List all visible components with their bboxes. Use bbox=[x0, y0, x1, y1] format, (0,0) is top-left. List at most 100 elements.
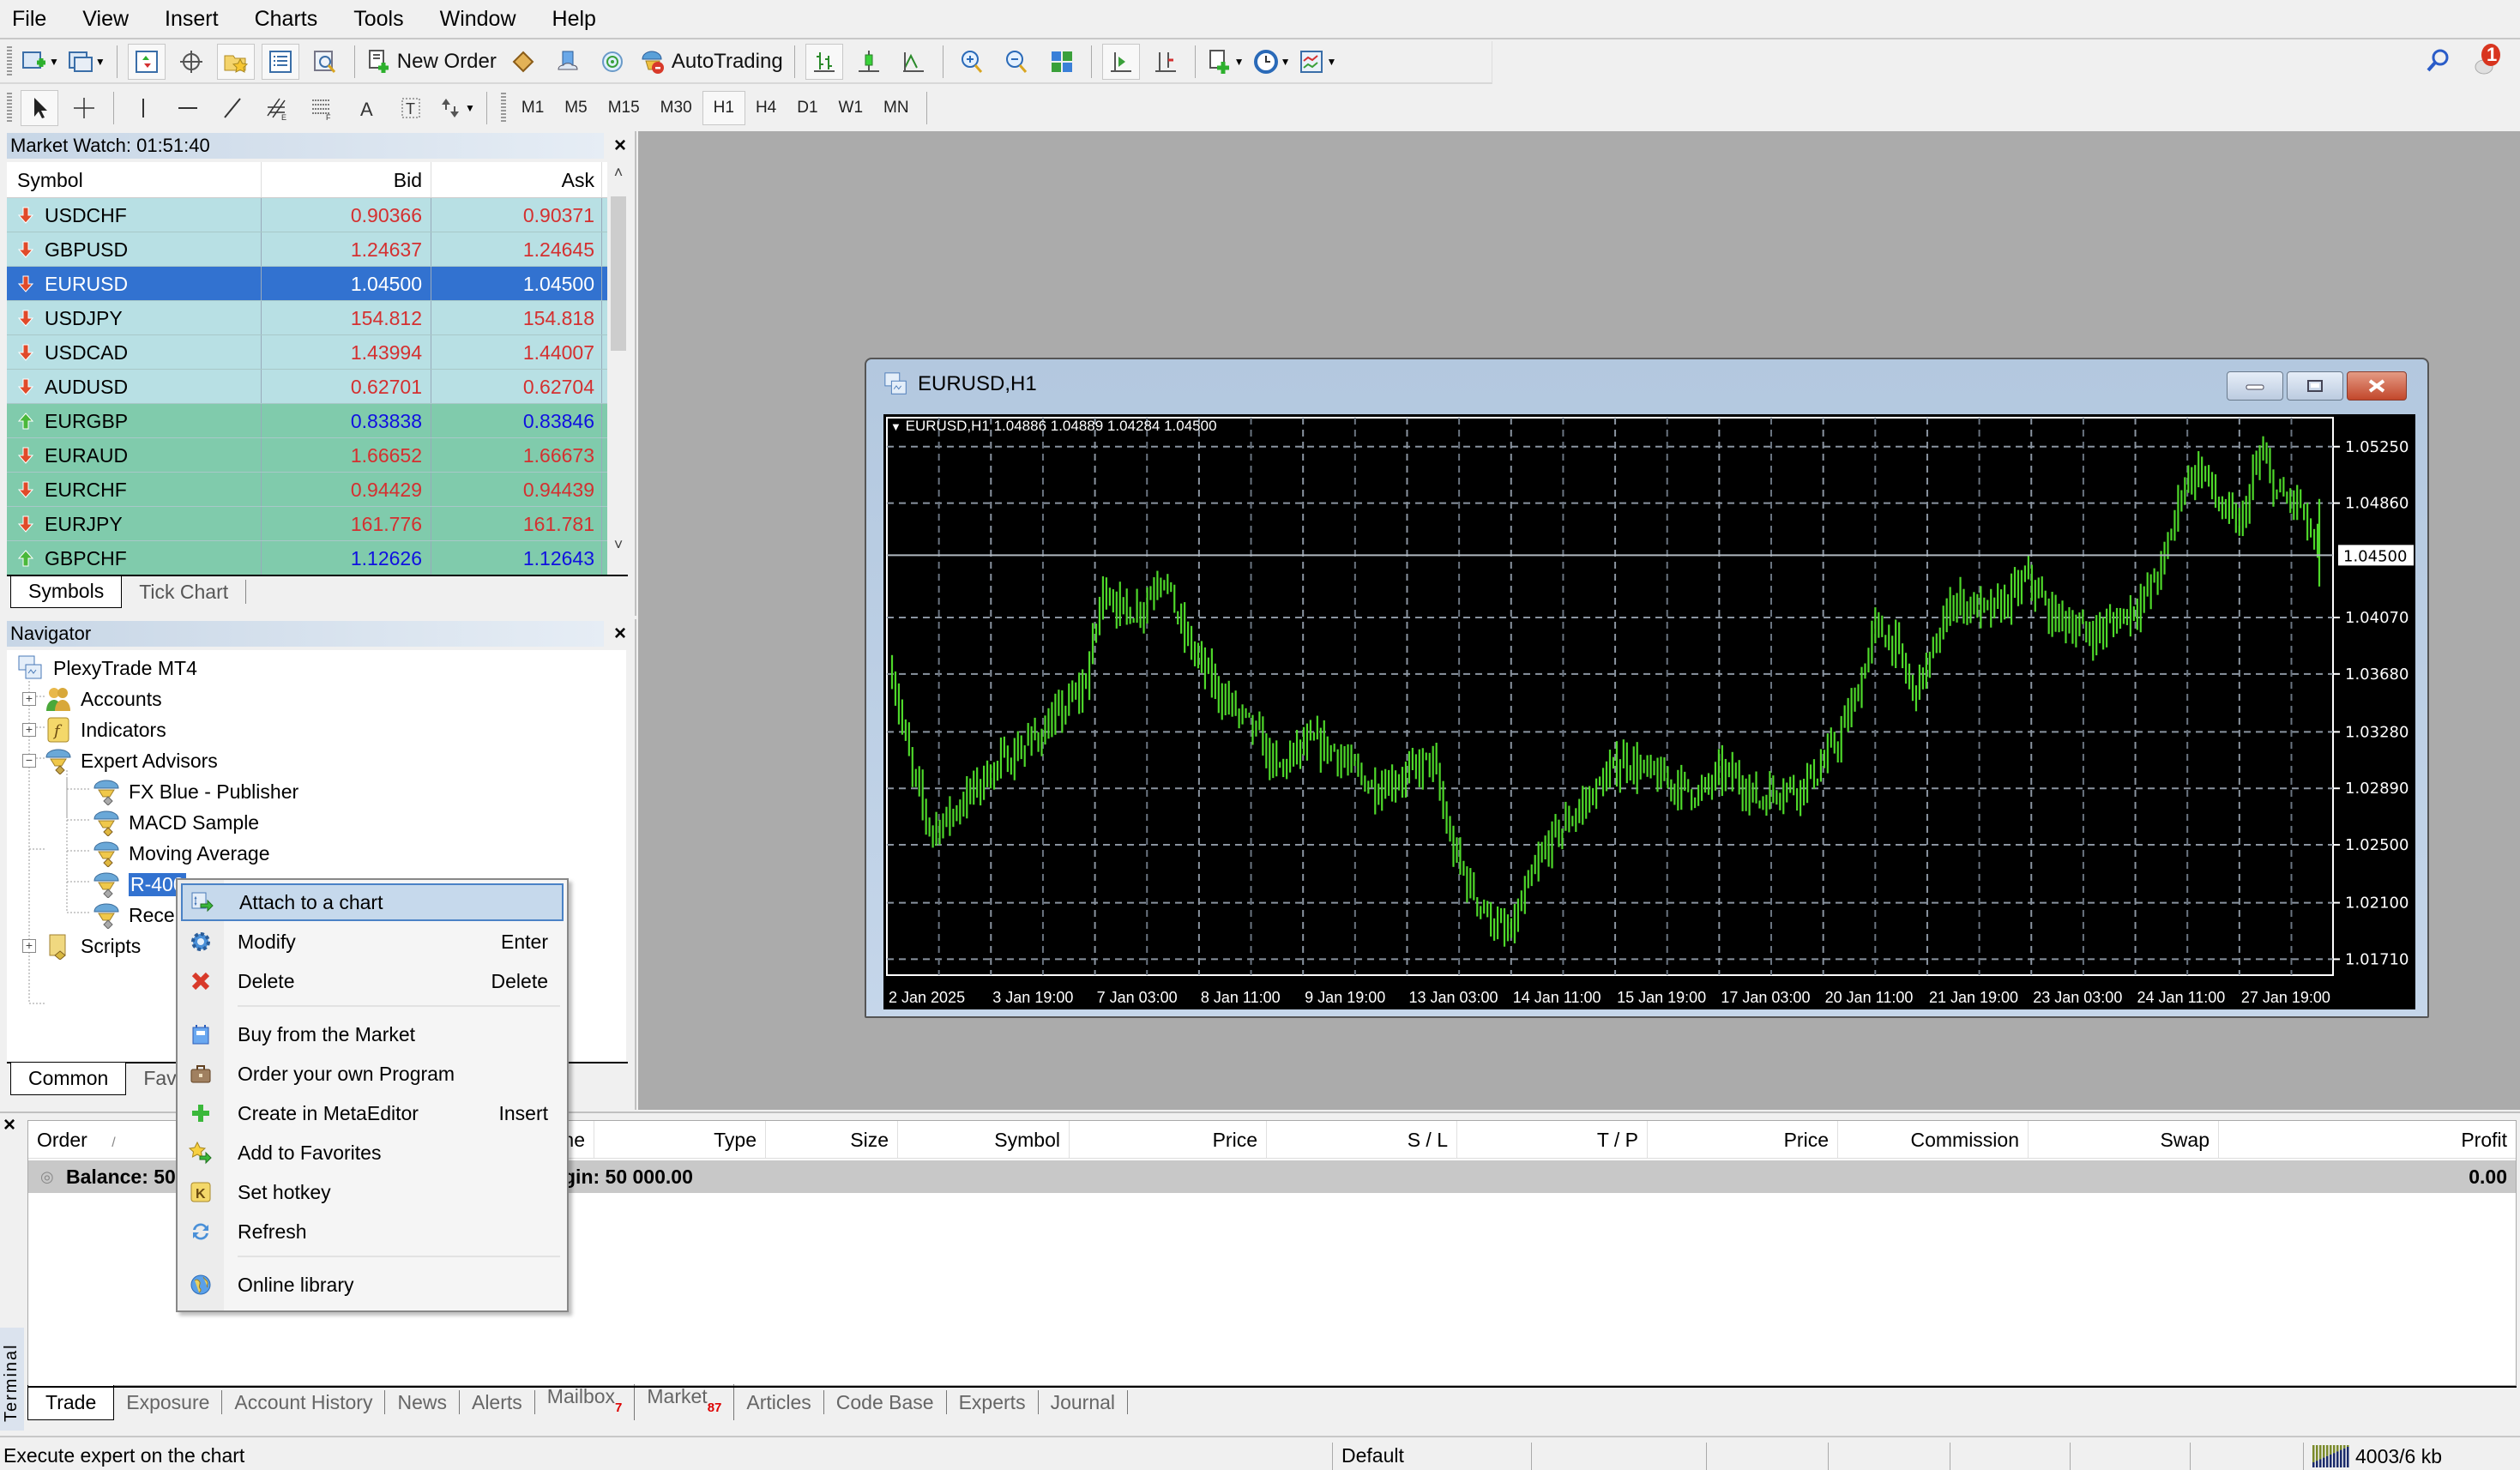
strategy-tester-toggle[interactable] bbox=[306, 44, 344, 80]
fibonacci-tool[interactable]: F bbox=[303, 90, 341, 126]
nav-ea-recei[interactable]: Recei bbox=[93, 901, 179, 930]
tab-symbols[interactable]: Symbols bbox=[10, 575, 123, 608]
terminal-tab-experts[interactable]: Experts bbox=[947, 1390, 1039, 1414]
templates-button[interactable]: ▼ bbox=[1298, 44, 1337, 80]
col-swap[interactable]: Swap bbox=[2029, 1121, 2219, 1158]
scroll-thumb[interactable] bbox=[611, 196, 626, 351]
close-window-button[interactable] bbox=[2347, 371, 2407, 401]
scroll-down-icon[interactable]: ˅ bbox=[611, 536, 626, 554]
chart-shift-button[interactable] bbox=[1147, 44, 1185, 80]
nav-expert-advisors[interactable]: − Expert Advisors bbox=[22, 746, 218, 775]
col-sl[interactable]: S / L bbox=[1267, 1121, 1457, 1158]
col-type[interactable]: Type bbox=[594, 1121, 766, 1158]
tab-common[interactable]: Common bbox=[10, 1063, 127, 1095]
market-watch-row[interactable]: AUDUSD 0.62701 0.62704 bbox=[7, 370, 607, 404]
timeframe-h1[interactable]: H1 bbox=[702, 91, 745, 125]
terminal-tab-exposure[interactable]: Exposure bbox=[114, 1390, 223, 1414]
menu-help[interactable]: Help bbox=[552, 7, 596, 32]
timeframe-m30[interactable]: M30 bbox=[650, 91, 702, 125]
expand-plus-icon[interactable]: + bbox=[22, 692, 36, 706]
terminal-tab-news[interactable]: News bbox=[385, 1390, 460, 1414]
terminal-tab-trade[interactable]: Trade bbox=[27, 1384, 115, 1420]
market-watch-scrollbar[interactable]: ˄ ˅ bbox=[607, 162, 630, 558]
col-size[interactable]: Size bbox=[766, 1121, 898, 1158]
nav-accounts[interactable]: + Accounts bbox=[22, 684, 162, 714]
collapse-minus-icon[interactable]: − bbox=[22, 754, 36, 768]
context-menu-item-order-your-own-program[interactable]: Order your own Program bbox=[181, 1055, 564, 1093]
zoom-out-button[interactable] bbox=[998, 44, 1036, 80]
context-menu-item-modify[interactable]: Modify Enter bbox=[181, 923, 564, 961]
tile-windows-button[interactable] bbox=[1043, 44, 1081, 80]
menu-file[interactable]: File bbox=[12, 7, 46, 32]
market-watch-row[interactable]: EURGBP 0.83838 0.83846 bbox=[7, 404, 607, 438]
timeframe-m1[interactable]: M1 bbox=[511, 91, 554, 125]
nav-ea-r-400[interactable]: R-400 bbox=[93, 870, 186, 899]
minimize-button[interactable] bbox=[2227, 371, 2283, 401]
col-bid[interactable]: Bid bbox=[262, 162, 431, 197]
toolbar-grip[interactable] bbox=[7, 93, 12, 124]
auto-scroll-button[interactable] bbox=[1101, 44, 1140, 80]
cursor-tool[interactable] bbox=[21, 90, 58, 126]
periods-button[interactable]: ▼ bbox=[1252, 44, 1292, 80]
expand-plus-icon[interactable]: + bbox=[22, 939, 36, 953]
toolbar-grip[interactable] bbox=[500, 93, 506, 124]
metaeditor-button[interactable] bbox=[504, 44, 542, 80]
col-symbol[interactable]: Symbol bbox=[898, 1121, 1070, 1158]
status-profile[interactable]: Default bbox=[1332, 1443, 1531, 1470]
context-menu-item-set-hotkey[interactable]: K Set hotkey bbox=[181, 1173, 564, 1211]
timeframe-m15[interactable]: M15 bbox=[598, 91, 650, 125]
context-menu-item-create-in-metaeditor[interactable]: Create in MetaEditor Insert bbox=[181, 1094, 564, 1132]
terminal-tab-code-base[interactable]: Code Base bbox=[824, 1390, 947, 1414]
crosshair-tool[interactable] bbox=[65, 90, 103, 126]
nav-root[interactable]: PlexyTrade MT4 bbox=[17, 654, 197, 683]
context-menu-item-add-to-favorites[interactable]: Add to Favorites bbox=[181, 1134, 564, 1172]
autotrading-button[interactable]: AutoTrading bbox=[638, 44, 784, 80]
market-watch-row[interactable]: USDCHF 0.90366 0.90371 bbox=[7, 198, 607, 232]
col-tp[interactable]: T / P bbox=[1457, 1121, 1648, 1158]
timeframe-mn[interactable]: MN bbox=[873, 91, 919, 125]
market-watch-row[interactable]: GBPCHF 1.12626 1.12643 bbox=[7, 541, 607, 575]
market-watch-toggle[interactable] bbox=[127, 44, 166, 80]
menu-charts[interactable]: Charts bbox=[255, 7, 318, 32]
line-chart-mode-button[interactable] bbox=[895, 44, 932, 80]
market-watch-row[interactable]: GBPUSD 1.24637 1.24645 bbox=[7, 232, 607, 267]
horizontal-line-tool[interactable] bbox=[169, 90, 207, 126]
navigator-close-button[interactable]: × bbox=[614, 621, 626, 647]
col-order[interactable]: Order / bbox=[28, 1121, 183, 1158]
context-menu-item-refresh[interactable]: Refresh bbox=[181, 1213, 564, 1250]
col-profit[interactable]: Profit bbox=[2219, 1121, 2516, 1158]
equidistant-channel-tool[interactable]: E bbox=[258, 90, 296, 126]
timeframe-d1[interactable]: D1 bbox=[787, 91, 828, 125]
market-watch-row[interactable]: EURUSD 1.04500 1.04500 bbox=[7, 267, 607, 301]
chart-canvas[interactable]: 1.05250 1.04860 1.04070 1.03680 1.03280 1.028… bbox=[883, 414, 2415, 1009]
terminal-tab-market[interactable]: Market87 bbox=[635, 1384, 735, 1420]
signals-button[interactable] bbox=[594, 44, 631, 80]
terminal-tab-mailbox[interactable]: Mailbox7 bbox=[535, 1384, 636, 1420]
chart-window-titlebar[interactable]: EURUSD,H1 bbox=[883, 371, 1037, 397]
col-commission[interactable]: Commission bbox=[1838, 1121, 2029, 1158]
col-ask[interactable]: Ask bbox=[431, 162, 602, 197]
market-watch-row[interactable]: USDJPY 154.812 154.818 bbox=[7, 301, 607, 335]
vertical-line-tool[interactable] bbox=[124, 90, 162, 126]
candlestick-mode-button[interactable] bbox=[850, 44, 888, 80]
profiles-button[interactable]: ▼ bbox=[67, 44, 106, 80]
price-chart[interactable]: 1.05250 1.04860 1.04070 1.03680 1.03280 1.028… bbox=[883, 414, 2415, 1009]
terminal-tab-alerts[interactable]: Alerts bbox=[460, 1390, 535, 1414]
search-button[interactable] bbox=[2426, 48, 2451, 74]
timeframe-h4[interactable]: H4 bbox=[745, 91, 787, 125]
terminal-close-button[interactable]: × bbox=[3, 1113, 15, 1137]
terminal-tab-account-history[interactable]: Account History bbox=[222, 1390, 386, 1414]
market-watch-row[interactable]: EURCHF 0.94429 0.94439 bbox=[7, 473, 607, 507]
timeframe-m5[interactable]: M5 bbox=[554, 91, 597, 125]
chart-menu-triangle-icon[interactable]: ▼ bbox=[890, 420, 901, 433]
market-watch-close-button[interactable]: × bbox=[614, 133, 626, 159]
new-chart-button[interactable]: ▼ bbox=[21, 44, 60, 80]
menu-window[interactable]: Window bbox=[440, 7, 516, 32]
nav-ea-moving-average[interactable]: Moving Average bbox=[93, 839, 270, 868]
context-menu-item-online-library[interactable]: Online library bbox=[181, 1266, 564, 1304]
context-menu-item-attach-to-a-chart[interactable]: Attach to a chart bbox=[181, 883, 564, 921]
tab-tick-chart[interactable]: Tick Chart bbox=[122, 580, 247, 604]
bar-chart-mode-button[interactable] bbox=[805, 44, 843, 80]
menu-view[interactable]: View bbox=[82, 7, 129, 32]
scroll-up-icon[interactable]: ˄ bbox=[611, 164, 626, 182]
